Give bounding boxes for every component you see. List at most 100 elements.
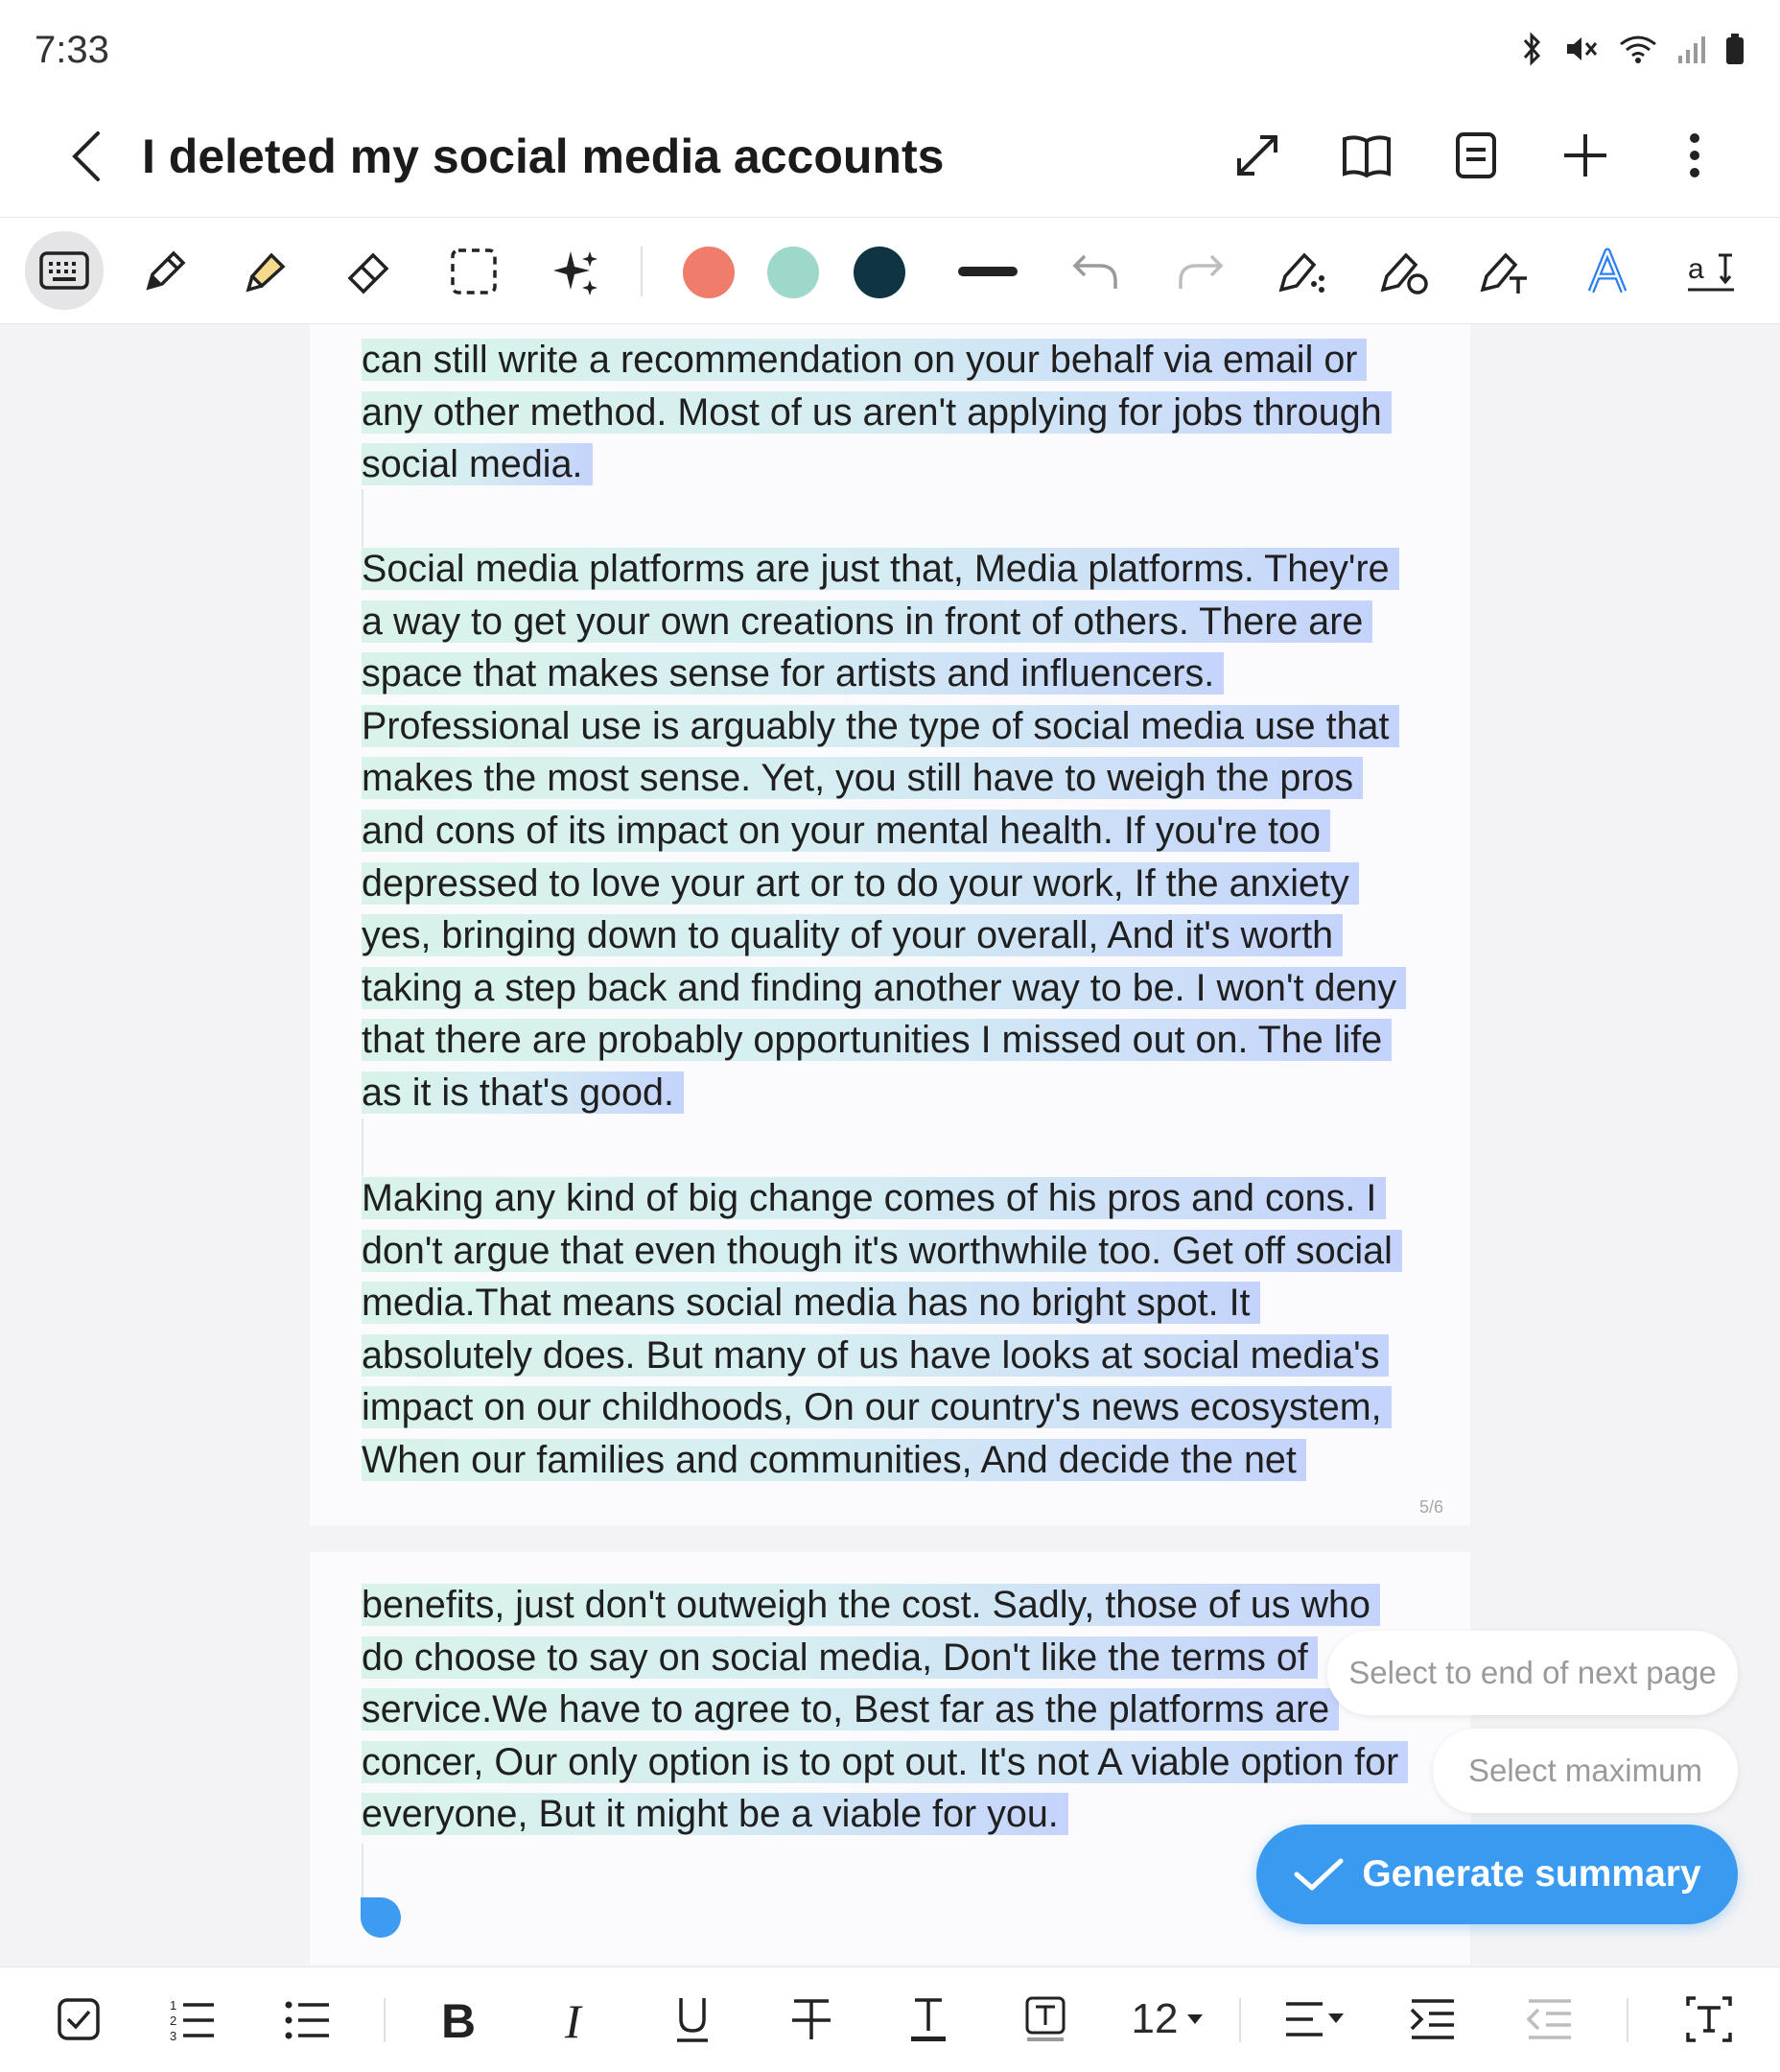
- text-box-button[interactable]: [1680, 1985, 1738, 2054]
- svg-text:I: I: [564, 1995, 583, 2043]
- text-color-button[interactable]: [900, 1985, 957, 2054]
- status-bar: 7:33: [0, 0, 1780, 96]
- book-view-icon: [1343, 135, 1391, 178]
- keyboard-icon: [39, 251, 89, 290]
- title-actions: [1230, 117, 1722, 194]
- bullet-list-icon: [285, 2001, 329, 2039]
- shape-pen-icon: [1278, 252, 1324, 293]
- note-page-5[interactable]: can still write a recommendation on your…: [310, 324, 1470, 1525]
- shape-recognize-button[interactable]: [1366, 233, 1442, 310]
- caret-down-icon: [1187, 2014, 1204, 2024]
- blank-line: [362, 1118, 363, 1176]
- paragraph-recommendation[interactable]: can still write a recommendation on your…: [362, 334, 1417, 491]
- paragraph-benefits[interactable]: benefits, just don't outweigh the cost. …: [362, 1579, 1417, 1841]
- text-size-button[interactable]: a: [1673, 233, 1749, 310]
- generate-summary-label: Generate summary: [1362, 1853, 1701, 1895]
- stroke-width-icon: [958, 267, 1018, 276]
- chevron-left-icon: [72, 131, 100, 181]
- strikethrough-button[interactable]: [783, 1985, 840, 2054]
- select-to-end-of-next-page-button[interactable]: Select to end of next page: [1327, 1631, 1738, 1715]
- redo-button[interactable]: [1162, 233, 1239, 310]
- handwriting-style-button[interactable]: [1569, 233, 1646, 310]
- stroke-width-button[interactable]: [949, 233, 1026, 310]
- align-icon: [1286, 2002, 1344, 2037]
- color-swatch-navy[interactable]: [854, 247, 905, 298]
- font-size-value: 12: [1131, 1995, 1179, 2042]
- blank-line: [362, 489, 363, 547]
- paragraph-big-change[interactable]: Making any kind of big change comes of h…: [362, 1172, 1417, 1487]
- toolbar-divider: [1627, 1998, 1628, 2042]
- page-view-button[interactable]: [1448, 117, 1504, 194]
- mute-icon: [1563, 31, 1600, 77]
- signal-icon: [1676, 31, 1707, 77]
- lasso-select-icon: [451, 248, 497, 294]
- indent-button[interactable]: [1404, 1985, 1462, 2054]
- eraser-tool[interactable]: [330, 233, 407, 310]
- select-maximum-button[interactable]: Select maximum: [1433, 1729, 1738, 1813]
- highlighter-tool[interactable]: [228, 233, 305, 310]
- more-icon: [1690, 133, 1699, 177]
- svg-text:1: 1: [170, 1998, 176, 2013]
- page-number: 5/6: [1418, 1497, 1443, 1517]
- numbered-list-button[interactable]: 123: [163, 1985, 221, 2054]
- undo-button[interactable]: [1057, 233, 1134, 310]
- italic-button[interactable]: I: [547, 1985, 604, 2054]
- text-size-icon: a: [1688, 253, 1734, 292]
- text-background-button[interactable]: [1017, 1985, 1074, 2054]
- svg-text:2: 2: [170, 2013, 176, 2028]
- highlighter-icon: [246, 252, 286, 293]
- more-button[interactable]: [1667, 117, 1722, 194]
- toolbar-divider: [641, 247, 643, 296]
- add-button[interactable]: [1558, 117, 1613, 194]
- underline-button[interactable]: [664, 1985, 721, 2054]
- outdent-button[interactable]: [1521, 1985, 1579, 2054]
- status-icons: [1517, 31, 1745, 77]
- pen-icon: [146, 250, 186, 291]
- svg-text:a: a: [1688, 253, 1704, 285]
- note-title[interactable]: I deleted my social media accounts: [142, 123, 944, 190]
- numbered-list-icon: 123: [170, 1998, 214, 2042]
- svg-text:3: 3: [170, 2029, 176, 2042]
- checkmark-icon: [1294, 1858, 1344, 1891]
- shape-recognize-icon: [1380, 252, 1428, 294]
- underline-icon: [677, 1998, 708, 2042]
- pen-to-text-icon: [1480, 252, 1527, 294]
- eraser-icon: [347, 252, 389, 294]
- shape-pen-button[interactable]: [1264, 233, 1341, 310]
- format-toolbar: 123 B I 12: [0, 1966, 1780, 2072]
- back-button[interactable]: [56, 123, 117, 190]
- pen-tool[interactable]: [127, 233, 203, 310]
- paragraph-media-platforms[interactable]: Social media platforms are just that, Me…: [362, 543, 1417, 1119]
- toolbar-divider: [384, 1998, 386, 2042]
- align-button[interactable]: [1279, 1985, 1350, 2054]
- checkbox-icon: [58, 1998, 100, 2040]
- text-color-icon: [911, 1998, 946, 2041]
- selection-end-handle[interactable]: [361, 1897, 401, 1938]
- color-swatch-mint[interactable]: [767, 247, 819, 298]
- svg-text:B: B: [441, 1995, 476, 2043]
- toolbar-divider: [1239, 1998, 1241, 2042]
- font-size-dropdown[interactable]: 12: [1120, 1985, 1216, 2054]
- add-icon: [1564, 134, 1606, 177]
- bold-button[interactable]: B: [430, 1985, 487, 2054]
- pen-to-text-button[interactable]: [1465, 233, 1542, 310]
- generate-summary-button[interactable]: Generate summary: [1256, 1825, 1738, 1924]
- wifi-icon: [1617, 31, 1659, 77]
- expand-icon: [1237, 135, 1277, 176]
- text-background-icon: [1025, 1996, 1066, 2041]
- checkbox-button[interactable]: [50, 1985, 107, 2054]
- page-view-icon: [1456, 132, 1496, 178]
- pen-toolbar: a: [0, 217, 1780, 324]
- title-bar: I deleted my social media accounts: [0, 96, 1780, 217]
- lasso-select-tool[interactable]: [435, 233, 512, 310]
- battery-icon: [1724, 31, 1745, 77]
- sparkle-ai-icon: [553, 251, 597, 295]
- color-swatch-coral[interactable]: [683, 247, 735, 298]
- bold-icon: B: [441, 1995, 476, 2043]
- expand-button[interactable]: [1230, 117, 1285, 194]
- bullet-list-button[interactable]: [278, 1985, 336, 2054]
- book-view-button[interactable]: [1339, 117, 1394, 194]
- indent-icon: [1410, 1999, 1454, 2039]
- keyboard-button[interactable]: [25, 231, 104, 310]
- ai-assist-tool[interactable]: [537, 233, 614, 310]
